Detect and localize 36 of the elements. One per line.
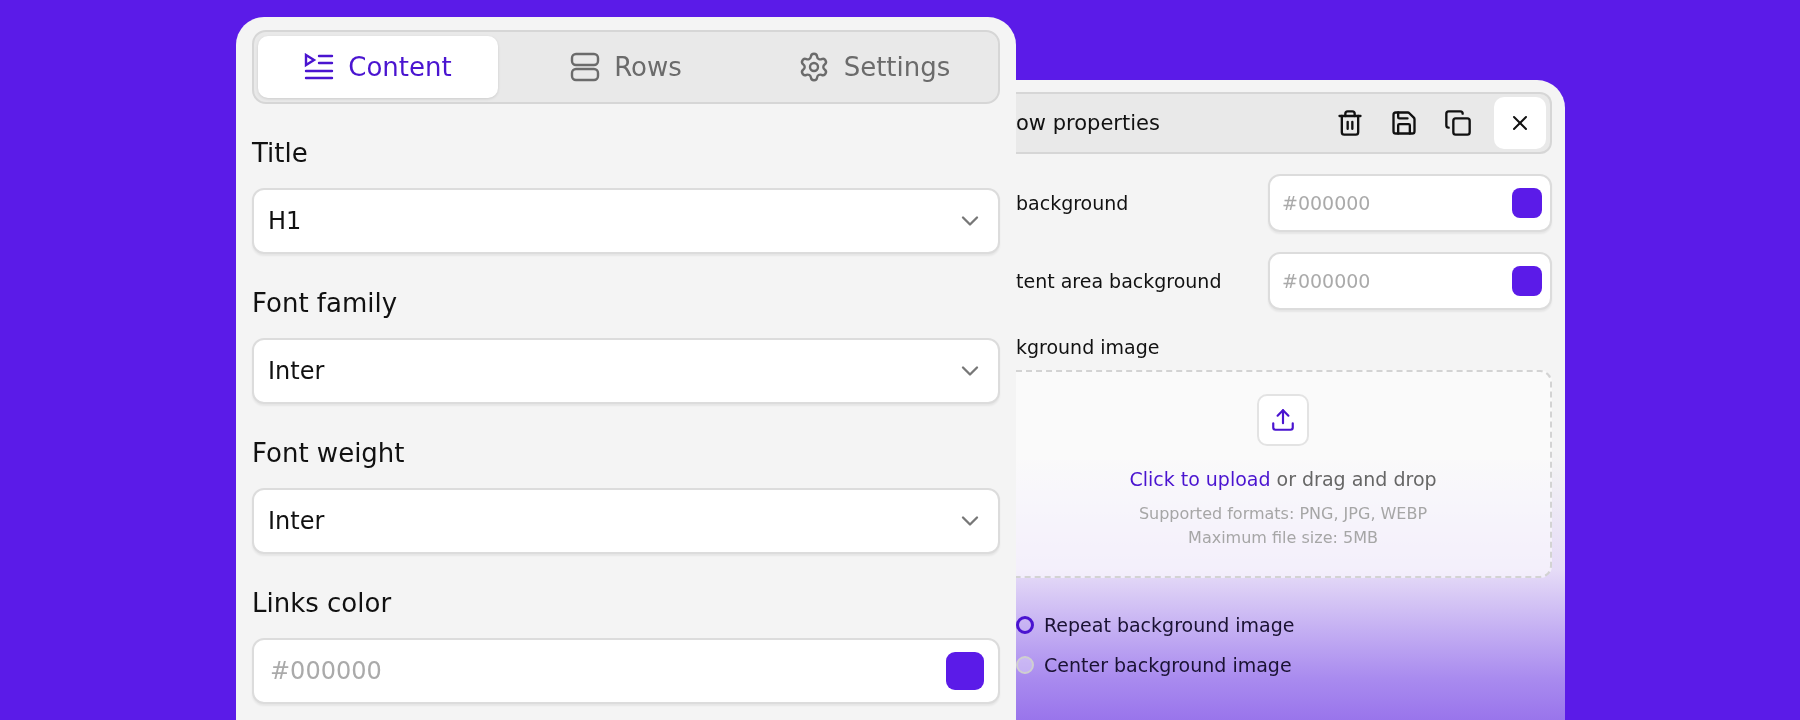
rows-icon bbox=[570, 52, 601, 82]
field-label: Title bbox=[252, 138, 309, 168]
color-input-field[interactable]: #000000 bbox=[1268, 174, 1552, 232]
upload-dropzone[interactable]: Click to upload or drag and drop Supported formats: PNG, JPG, WEBP Maximum file size: 5MB bbox=[1016, 370, 1552, 578]
select-field[interactable]: Inter bbox=[252, 488, 1000, 554]
field-label: Font weight bbox=[252, 438, 406, 468]
field-label: background bbox=[1016, 192, 1129, 214]
option-label: Repeat background image bbox=[1044, 614, 1295, 636]
hex-input[interactable]: #000000 bbox=[1280, 191, 1468, 215]
radio-button[interactable] bbox=[1016, 616, 1034, 634]
hex-input[interactable]: #000000 bbox=[1280, 269, 1468, 293]
color-swatch[interactable] bbox=[1512, 266, 1542, 296]
field-label: Font family bbox=[252, 288, 399, 318]
panel-title: ow properties bbox=[1016, 111, 1160, 135]
upload-instructions: Click to upload or drag and drop bbox=[1129, 468, 1437, 490]
option-label: Center background image bbox=[1044, 654, 1292, 676]
tab[interactable]: Settings bbox=[754, 36, 994, 98]
upload-button[interactable] bbox=[1257, 394, 1309, 446]
close-button[interactable] bbox=[1494, 97, 1546, 149]
upload-icon bbox=[1270, 407, 1296, 433]
formats-hint: Supported formats: PNG, JPG, WEBP bbox=[1138, 503, 1428, 525]
color-swatch[interactable] bbox=[1512, 188, 1542, 218]
tab[interactable]: Rows bbox=[506, 36, 746, 98]
color-input-field[interactable]: #000000 bbox=[1268, 252, 1552, 310]
section-label: kground image bbox=[1016, 336, 1161, 358]
select-field[interactable]: H1 bbox=[252, 188, 1000, 254]
list-icon bbox=[304, 53, 335, 81]
upload-link[interactable]: Click to upload bbox=[1129, 468, 1271, 490]
color-input-field[interactable]: #000000 bbox=[252, 638, 1000, 704]
color-swatch[interactable] bbox=[946, 652, 984, 690]
size-hint: Maximum file size: 5MB bbox=[1188, 527, 1378, 549]
tab[interactable]: Content bbox=[258, 36, 498, 98]
field-label: tent area background bbox=[1016, 270, 1222, 292]
field-label: Links color bbox=[252, 588, 393, 618]
hex-input[interactable]: #000000 bbox=[268, 656, 774, 686]
select-field[interactable]: Inter bbox=[252, 338, 1000, 404]
